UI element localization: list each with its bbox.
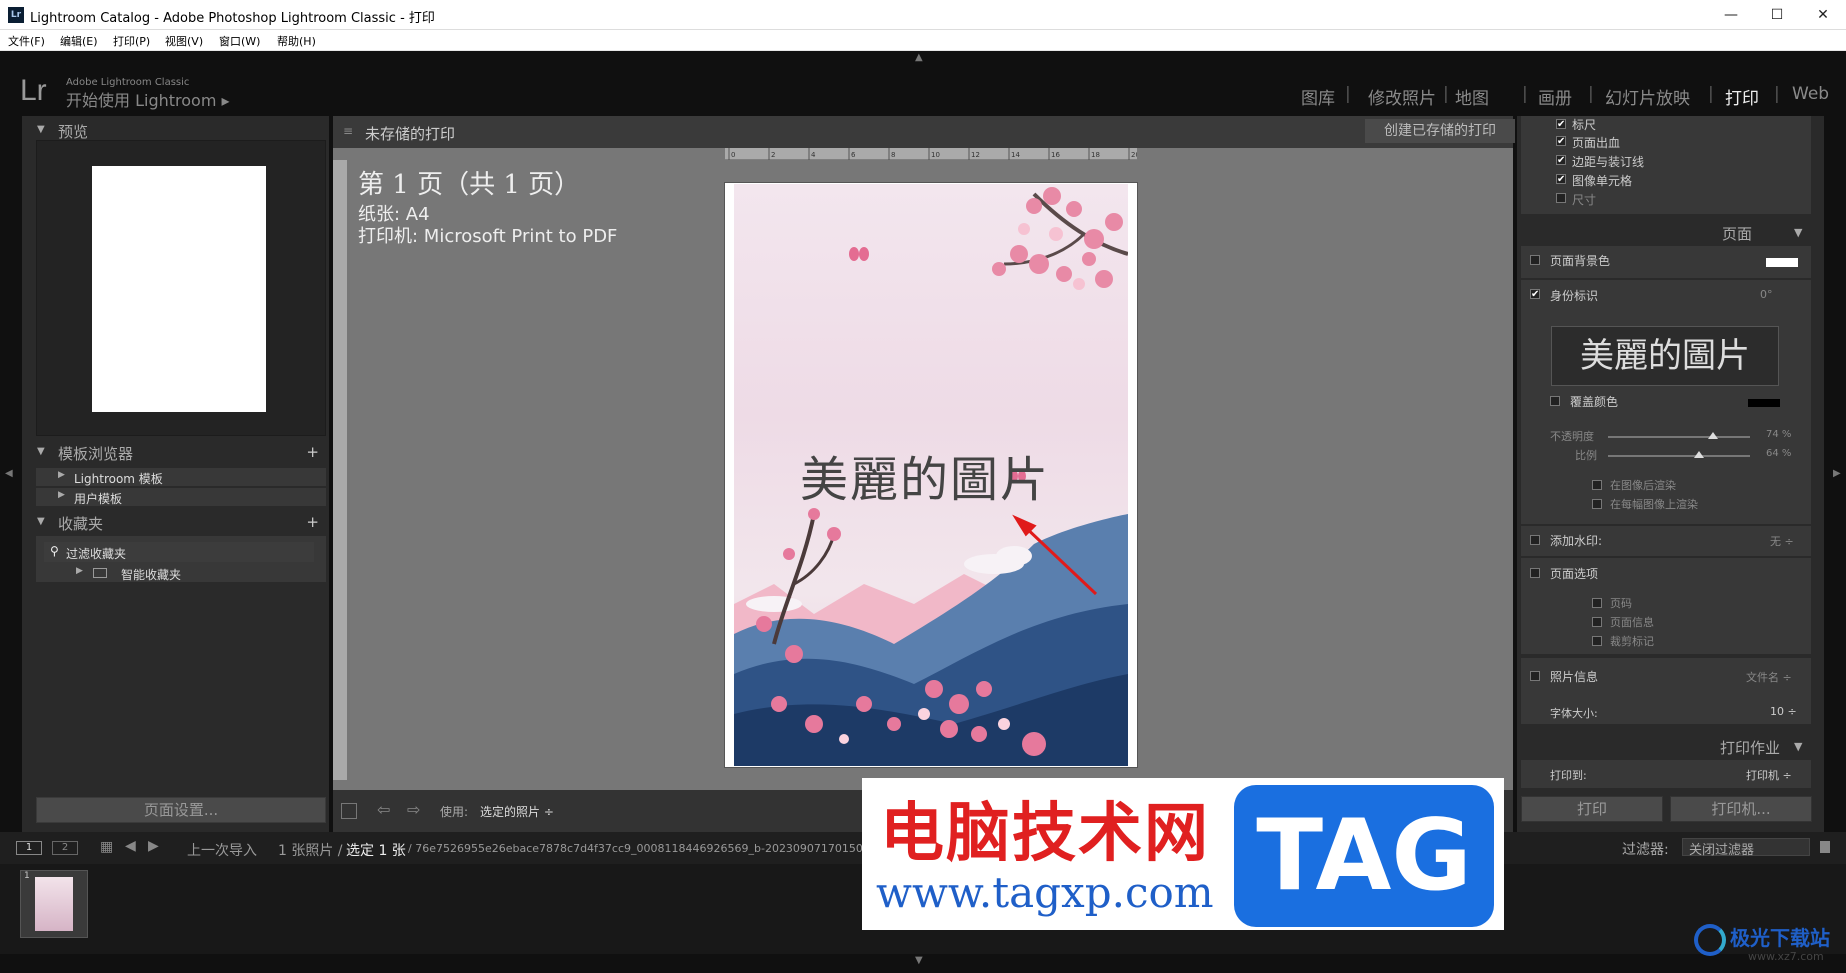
window-1-button[interactable]: 1 [16,841,42,855]
page-numbers-label: 页码 [1610,597,1632,610]
margins-gutters-label: 边距与装订线 [1572,155,1645,169]
page-bleed-label: 页面出血 [1572,136,1621,150]
watermark-url: www.tagxp.com [876,868,1214,917]
watermark-tag-logo: TAG [1234,785,1494,927]
photo-count: 1 张照片 / [278,843,343,859]
render-every-checkbox[interactable] [1592,499,1602,509]
watermark-checkbox[interactable] [1530,535,1540,545]
dimensions-checkbox[interactable] [1556,193,1566,203]
scale-value[interactable]: 64 % [1766,448,1791,459]
rulers-checkbox[interactable]: ✔ [1556,119,1566,130]
render-behind-label: 在图像后渲染 [1610,479,1676,492]
corner-watermark: 极光下载站 www.xz7.com [1690,918,1840,970]
page-numbers-checkbox[interactable] [1592,598,1602,608]
margins-gutters-checkbox[interactable]: ✔ [1556,155,1566,166]
forward-arrow-icon[interactable]: ▶ [148,838,159,854]
identity-angle[interactable]: 0° [1760,288,1773,301]
print-job-header[interactable]: 打印作业 [1720,737,1780,758]
page-info-label: 页面信息 [1610,616,1654,629]
page-bg-color-label: 页面背景色 [1550,254,1611,268]
font-size-dropdown[interactable]: 10 ÷ [1770,705,1797,718]
crop-marks-checkbox[interactable] [1592,636,1602,646]
watermark-title: 电脑技术网 [880,796,1210,871]
thumbnail-image [35,877,73,931]
page-options-label: 页面选项 [1550,567,1599,581]
override-color-label: 覆盖颜色 [1570,395,1619,409]
rulers-label: 标尺 [1572,118,1597,132]
photo-info-checkbox[interactable] [1530,671,1540,681]
identity-plate-label: 身份标识 [1550,289,1599,303]
bottom-panel-toggle-icon[interactable]: ▼ [915,955,923,966]
back-arrow-icon[interactable]: ◀ [125,838,136,854]
corner-watermark-url: www.xz7.com [1748,950,1824,963]
page-bleed-checkbox[interactable]: ✔ [1556,136,1566,147]
print-to-dropdown[interactable]: 打印机 ÷ [1746,767,1792,783]
filter-dropdown[interactable]: 关闭过滤器 [1682,838,1810,858]
photo-info-dropdown[interactable]: 文件名 ÷ [1746,669,1792,685]
use-label: 使用: [440,805,469,819]
print-to-label: 打印到: [1550,769,1587,782]
override-color-swatch[interactable] [1748,399,1780,407]
image-cells-checkbox[interactable]: ✔ [1556,174,1566,185]
page-info-checkbox[interactable] [1592,617,1602,627]
filter-label: 过滤器: [1622,842,1669,858]
render-behind-checkbox[interactable] [1592,480,1602,490]
selected-count: 选定 1 张 [346,843,406,859]
watermark-dropdown[interactable]: 无 ÷ [1770,533,1794,549]
render-every-label: 在每幅图像上渲染 [1610,498,1698,511]
swirl-logo-icon [1694,924,1726,956]
watermark-label: 添加水印: [1550,534,1603,548]
crop-marks-label: 裁剪标记 [1610,635,1654,648]
opacity-slider-track[interactable] [1608,436,1750,438]
dimensions-label: 尺寸 [1572,193,1597,207]
override-color-checkbox[interactable] [1550,396,1560,406]
scale-label: 比例 [1575,449,1597,462]
thumbnail-index: 1 [24,871,30,881]
grid-view-icon[interactable]: ▦ [100,839,113,855]
page-section-header[interactable]: 页面 [1722,223,1752,244]
font-size-label: 字体大小: [1550,707,1598,720]
corner-watermark-title: 极光下载站 [1730,926,1830,950]
identity-plate-preview[interactable]: 美麗的圖片 [1551,326,1779,386]
scale-slider-track[interactable] [1608,455,1750,457]
collapse-triangle-icon[interactable]: ▼ [1794,740,1802,753]
toggle-checkbox[interactable] [341,803,357,819]
filter-lock-icon[interactable] [1820,841,1830,853]
opacity-label: 不透明度 [1550,430,1594,443]
previous-page-icon[interactable]: ⇦ [377,800,390,819]
source-label[interactable]: 上一次导入 [187,840,257,860]
print-button[interactable]: 打印 [1521,796,1663,822]
page-bg-color-checkbox[interactable] [1530,255,1540,265]
page-bg-color-swatch[interactable] [1766,258,1798,267]
collapse-triangle-icon[interactable]: ▼ [1794,226,1802,239]
opacity-slider-thumb[interactable] [1708,432,1719,439]
opacity-value[interactable]: 74 % [1766,429,1791,440]
next-page-icon[interactable]: ⇨ [407,800,420,819]
image-cells-label: 图像单元格 [1572,174,1633,188]
identity-plate-checkbox[interactable]: ✔ [1530,289,1540,300]
scale-slider-thumb[interactable] [1693,451,1704,458]
use-dropdown[interactable]: 选定的照片 ÷ [480,803,554,820]
printer-button[interactable]: 打印机... [1670,796,1812,822]
window-2-button[interactable]: 2 [52,841,78,855]
photo-info-label: 照片信息 [1550,670,1599,684]
page-options-checkbox[interactable] [1530,568,1540,578]
